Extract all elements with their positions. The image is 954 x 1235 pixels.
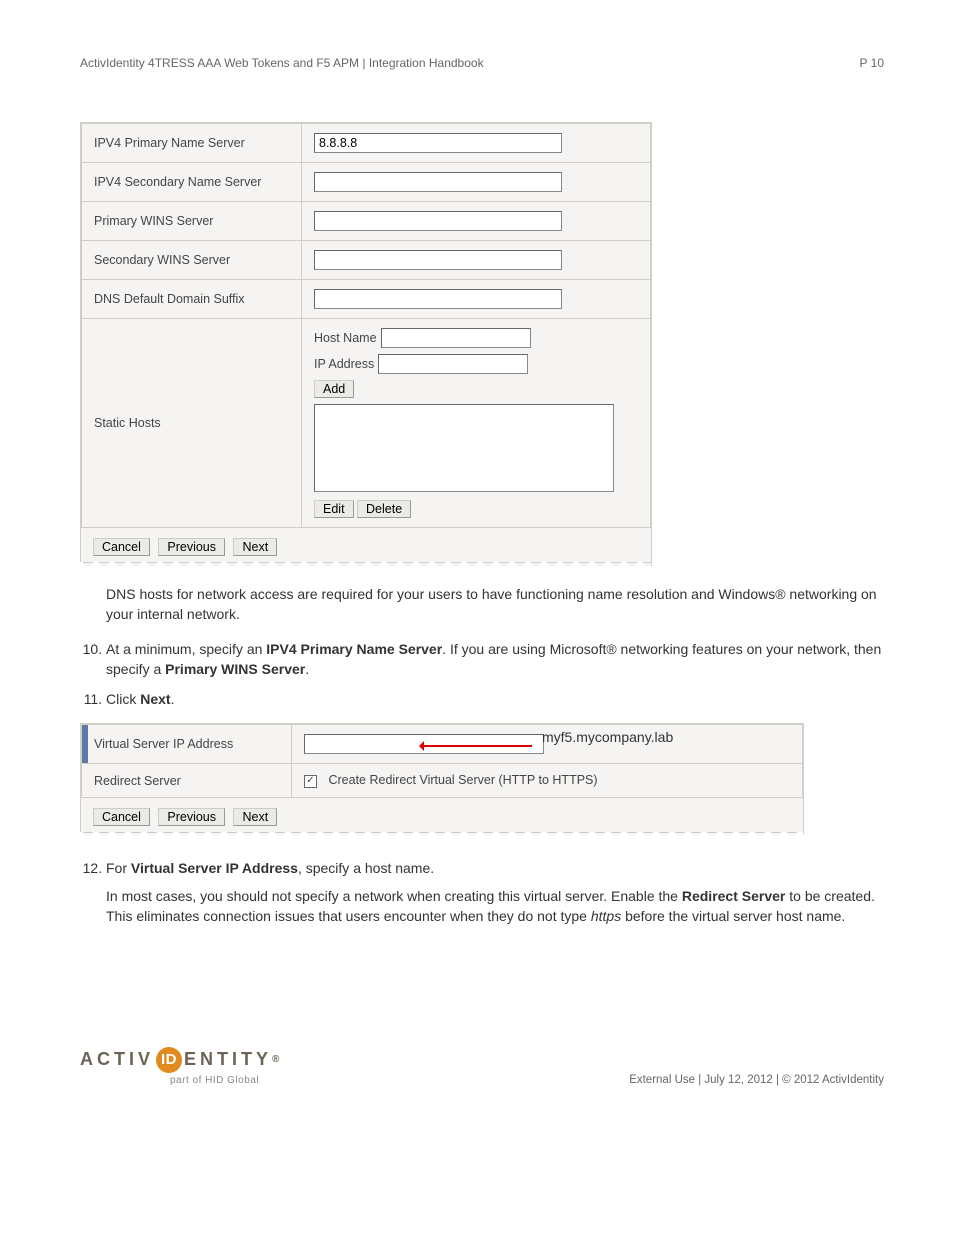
brand-logo: ACTIV ID ENTITY® part of HID Global (80, 1047, 279, 1086)
brand-sub: part of HID Global (170, 1075, 259, 1086)
step-10-text: At a minimum, specify an (106, 641, 266, 657)
step-12-text: For (106, 860, 131, 876)
next-button[interactable]: Next (233, 538, 277, 556)
step-11-text2: . (171, 691, 175, 707)
cancel-button-2[interactable]: Cancel (93, 808, 150, 826)
annotation-arrow (422, 745, 532, 747)
label-wins-secondary: Secondary WINS Server (82, 241, 302, 280)
label-ipaddress: IP Address (314, 357, 374, 371)
screenshot-virtual-server: Virtual Server IP Address myf5.mycompany… (80, 723, 804, 835)
input-dns-suffix[interactable] (314, 289, 562, 309)
step-11-bold: Next (140, 691, 170, 707)
checkbox-redirect-server[interactable]: ✓ (304, 775, 317, 788)
brand-right: ENTITY (184, 1049, 272, 1070)
cancel-button[interactable]: Cancel (93, 538, 150, 556)
input-wins-primary[interactable] (314, 211, 562, 231)
static-hosts-list[interactable] (314, 404, 614, 492)
input-wins-secondary[interactable] (314, 250, 562, 270)
step-10-bold2: Primary WINS Server (165, 661, 305, 677)
edit-button[interactable]: Edit (314, 500, 354, 518)
input-virtual-server-ip[interactable] (304, 734, 544, 754)
screenshot-dns-settings: IPV4 Primary Name Server IPV4 Secondary … (80, 122, 652, 566)
brand-left: ACTIV (80, 1049, 154, 1070)
step-12: For Virtual Server IP Address, specify a… (106, 858, 884, 927)
input-hostname[interactable] (381, 328, 531, 348)
label-hostname: Host Name (314, 331, 377, 345)
next-button-2[interactable]: Next (233, 808, 277, 826)
footer-meta: External Use | July 12, 2012 | © 2012 Ac… (629, 1074, 884, 1086)
step-12-text2: , specify a host name. (298, 860, 434, 876)
brand-mark-icon: ID (156, 1047, 182, 1073)
previous-button-2[interactable]: Previous (158, 808, 225, 826)
step-12-paragraph: In most cases, you should not specify a … (106, 886, 884, 927)
previous-button[interactable]: Previous (158, 538, 225, 556)
input-ipv4-secondary[interactable] (314, 172, 562, 192)
input-ipaddress[interactable] (378, 354, 528, 374)
page-number: P 10 (860, 56, 884, 70)
step-11-text: Click (106, 691, 140, 707)
label-dns-suffix: DNS Default Domain Suffix (82, 280, 302, 319)
label-redirect-server: Redirect Server (82, 764, 292, 797)
step-12-bold: Virtual Server IP Address (131, 860, 298, 876)
label-redirect-checkbox: Create Redirect Virtual Server (HTTP to … (328, 773, 597, 787)
doc-title: ActivIdentity 4TRESS AAA Web Tokens and … (80, 56, 484, 70)
step-10-bold1: IPV4 Primary Name Server (266, 641, 442, 657)
label-static-hosts: Static Hosts (82, 319, 302, 528)
registered-icon: ® (272, 1054, 279, 1065)
input-ipv4-primary[interactable] (314, 133, 562, 153)
label-ipv4-primary: IPV4 Primary Name Server (82, 124, 302, 163)
paragraph-dns-note: DNS hosts for network access are require… (106, 584, 884, 625)
step-11: Click Next. (106, 689, 884, 709)
annotation-host-example: myf5.mycompany.lab (542, 729, 673, 745)
label-virtual-server-ip: Virtual Server IP Address (94, 737, 233, 751)
delete-button[interactable]: Delete (357, 500, 411, 518)
label-wins-primary: Primary WINS Server (82, 202, 302, 241)
add-button[interactable]: Add (314, 380, 354, 398)
label-ipv4-secondary: IPV4 Secondary Name Server (82, 163, 302, 202)
active-row-indicator (82, 725, 88, 763)
step-10-text3: . (305, 661, 309, 677)
step-10: At a minimum, specify an IPV4 Primary Na… (106, 639, 884, 680)
